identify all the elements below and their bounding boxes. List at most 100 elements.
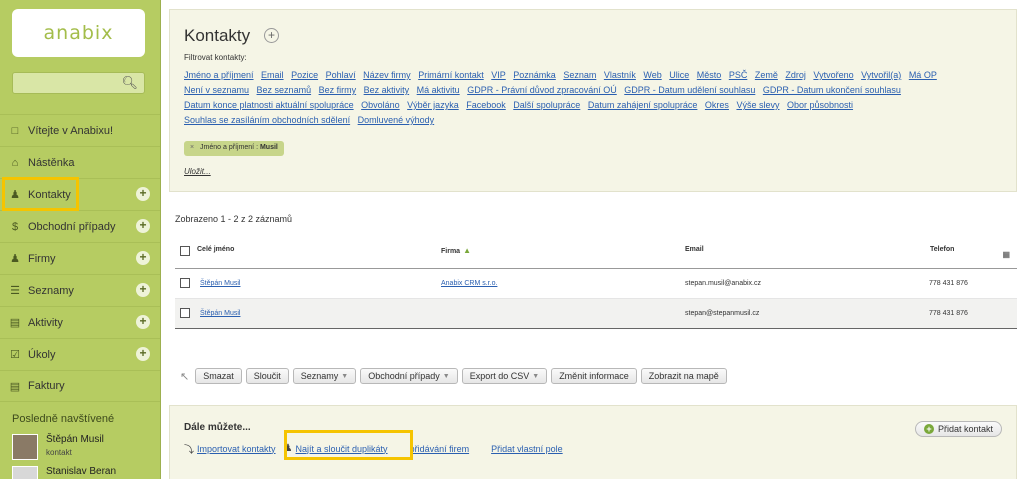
add-icon[interactable]: + <box>264 28 279 43</box>
row-checkbox[interactable] <box>180 278 190 288</box>
add-activity-plus-icon[interactable]: + <box>136 315 150 329</box>
search-icon[interactable]: 🔍︎ <box>121 75 138 91</box>
filter-link[interactable]: Web <box>643 70 661 80</box>
sidebar-item-deals[interactable]: $ Obchodní případy + <box>0 210 160 242</box>
change-info-button[interactable]: Změnit informace <box>551 368 637 384</box>
plus-icon: + <box>923 424 934 434</box>
filter-link[interactable]: Souhlas se zasíláním obchodních sdělení <box>184 115 350 125</box>
add-custom-field-link[interactable]: Přidat vlastní pole <box>491 444 563 454</box>
search-input[interactable] <box>17 75 117 91</box>
filter-link[interactable]: Má OP <box>909 70 937 80</box>
contact-name-link[interactable]: Štěpán Musil <box>200 310 240 317</box>
filter-label: Filtrovat kontakty: <box>184 53 247 62</box>
filter-link[interactable]: Primární kontakt <box>418 70 484 80</box>
filter-link[interactable]: Má aktivitu <box>417 85 460 95</box>
filter-link[interactable]: Země <box>755 70 778 80</box>
column-header-phone[interactable]: Telefon <box>930 246 954 253</box>
select-all-checkbox[interactable] <box>180 246 190 256</box>
sidebar-item-dashboard[interactable]: ⌂ Nástěnka <box>0 146 160 178</box>
filter-link[interactable]: Email <box>261 70 284 80</box>
add-contact-button[interactable]: + Přidat kontakt <box>914 421 1002 437</box>
filter-link[interactable]: Obor působnosti <box>787 100 853 110</box>
import-contacts-link[interactable]: Importovat kontakty <box>197 444 276 454</box>
highlight-duplicates <box>284 430 413 460</box>
export-dropdown[interactable]: Export do CSV ▼ <box>461 368 548 384</box>
sidebar-item-companies[interactable]: ♟ Firmy + <box>0 242 160 274</box>
lists-dropdown[interactable]: Seznamy ▼ <box>292 368 357 384</box>
filter-link[interactable]: Jméno a příjmení <box>184 70 254 80</box>
column-header-email[interactable]: Email <box>685 246 704 253</box>
filter-link[interactable]: Pohlaví <box>326 70 356 80</box>
sidebar-item-lists[interactable]: ☰ Seznamy + <box>0 274 160 306</box>
filter-link[interactable]: Bez firmy <box>319 85 357 95</box>
logo[interactable]: anabix <box>12 9 145 57</box>
add-list-plus-icon[interactable]: + <box>136 283 150 297</box>
filter-link[interactable]: Ulice <box>669 70 689 80</box>
chevron-down-icon: ▼ <box>532 372 540 380</box>
close-icon[interactable]: × <box>190 144 194 151</box>
filter-link[interactable]: Domluvené výhody <box>358 115 435 125</box>
save-filter-link[interactable]: Uložit... <box>184 167 211 176</box>
home-icon: ⌂ <box>11 156 19 169</box>
table-row[interactable]: Štěpán Musil stepan@stepanmusil.cz 778 4… <box>175 299 1017 329</box>
columns-icon[interactable]: ▦ <box>1002 250 1010 259</box>
sidebar-item-invoices[interactable]: ▤ Faktury <box>0 370 160 402</box>
active-filter-label: Jméno a příjmení : <box>200 144 260 151</box>
filter-link[interactable]: Další spolupráce <box>513 100 580 110</box>
avatar <box>12 434 38 460</box>
sidebar-item-welcome[interactable]: □ Vítejte v Anabixu! <box>0 114 160 146</box>
filter-link[interactable]: Název firmy <box>363 70 411 80</box>
filter-link[interactable]: Bez aktivity <box>364 85 410 95</box>
filter-link[interactable]: Pozice <box>291 70 318 80</box>
table-row[interactable]: Štěpán Musil Anabix CRM s.r.o. stepan.mu… <box>175 269 1017 299</box>
recent-name: Stanislav Beran <box>46 466 117 477</box>
filter-link[interactable]: Výběr jazyka <box>407 100 459 110</box>
filter-link[interactable]: Seznam <box>563 70 596 80</box>
avatar <box>12 466 38 479</box>
add-companies-link[interactable]: přidávání firem <box>410 444 470 454</box>
company-link[interactable]: Anabix CRM s.r.o. <box>441 280 497 287</box>
filter-link[interactable]: GDPR - Datum udělení souhlasu <box>624 85 755 95</box>
active-filter-chip[interactable]: × Jméno a příjmení : Musil <box>184 141 284 156</box>
filter-link[interactable]: PSČ <box>729 70 748 80</box>
column-header-company[interactable]: Firma ▲ <box>441 246 471 255</box>
filter-link[interactable]: Zdroj <box>785 70 806 80</box>
contact-name-link[interactable]: Štěpán Musil <box>200 280 240 287</box>
filter-link[interactable]: Obvoláno <box>361 100 400 110</box>
sidebar-item-activities[interactable]: ▤ Aktivity + <box>0 306 160 338</box>
add-task-plus-icon[interactable]: + <box>136 347 150 361</box>
filter-link[interactable]: Poznámka <box>513 70 556 80</box>
filter-link[interactable]: Okres <box>705 100 729 110</box>
filter-link[interactable]: Facebook <box>466 100 506 110</box>
filter-link[interactable]: Datum konce platnosti aktuální spoluprác… <box>184 100 354 110</box>
row-checkbox[interactable] <box>180 308 190 318</box>
sidebar: anabix 🔍︎ □ Vítejte v Anabixu! ⌂ Nástěnk… <box>0 0 161 479</box>
sidebar-item-label: Nástěnka <box>28 156 75 169</box>
delete-button[interactable]: Smazat <box>195 368 242 384</box>
filter-link[interactable]: Město <box>697 70 722 80</box>
import-icon: ⤵ <box>184 445 194 456</box>
filter-link[interactable]: Bez seznamů <box>257 85 312 95</box>
filter-link[interactable]: Datum zahájení spolupráce <box>588 100 698 110</box>
add-company-plus-icon[interactable]: + <box>136 251 150 265</box>
sidebar-item-tasks[interactable]: ☑ Úkoly + <box>0 338 160 370</box>
add-deal-plus-icon[interactable]: + <box>136 219 150 233</box>
table-header: Celé jméno Firma ▲ Email Telefon ▦ <box>175 235 1017 269</box>
filter-link[interactable]: VIP <box>491 70 506 80</box>
filter-link[interactable]: Není v seznamu <box>184 85 249 95</box>
merge-button[interactable]: Sloučit <box>245 368 289 384</box>
highlight-contacts <box>2 177 79 211</box>
filter-link[interactable]: Vytvořil(a) <box>861 70 901 80</box>
filter-link[interactable]: GDPR - Právní důvod zpracování OÚ <box>467 85 617 95</box>
add-contact-plus-icon[interactable]: + <box>136 187 150 201</box>
column-header-name[interactable]: Celé jméno <box>197 246 234 253</box>
filter-link[interactable]: Výše slevy <box>736 100 779 110</box>
filter-link[interactable]: Vytvořeno <box>813 70 853 80</box>
show-map-button[interactable]: Zobrazit na mapě <box>640 368 727 384</box>
search-box[interactable]: 🔍︎ <box>12 72 145 94</box>
filter-link[interactable]: GDPR - Datum ukončení souhlasu <box>763 85 901 95</box>
sidebar-item-label: Obchodní případy <box>28 220 116 233</box>
page-title: Kontakty <box>184 26 251 45</box>
deals-dropdown[interactable]: Obchodní případy ▼ <box>360 368 458 384</box>
filter-link[interactable]: Vlastník <box>604 70 636 80</box>
